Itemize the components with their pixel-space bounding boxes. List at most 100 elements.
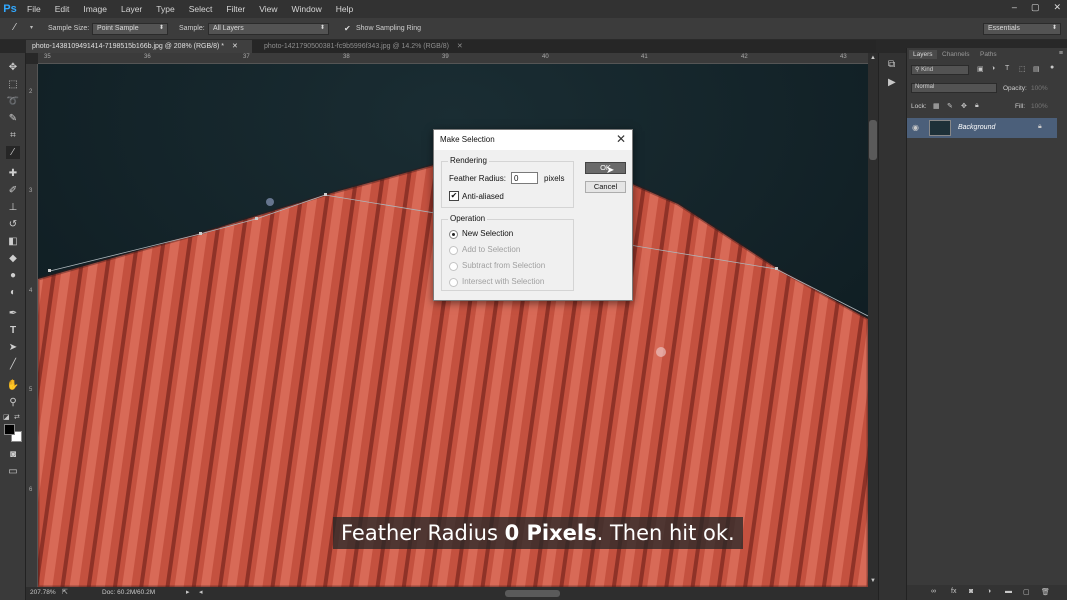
tool-preset-chevron-icon[interactable]: ▾ — [30, 24, 33, 31]
history-brush-icon[interactable]: ↺ — [6, 218, 20, 231]
swap-colors-icon[interactable]: ⇄ — [14, 413, 20, 421]
actions-play-icon[interactable]: ▶ — [888, 77, 896, 88]
sample-size-select[interactable]: Point Sample ⬍ — [92, 23, 168, 35]
foreground-color-swatch[interactable] — [4, 424, 15, 435]
lock-position-icon[interactable]: ✥ — [961, 102, 967, 110]
feather-radius-input[interactable]: 0 — [511, 172, 538, 184]
workspace-select[interactable]: Essentials ⬍ — [983, 23, 1061, 35]
minimize-button[interactable]: – — [1012, 2, 1017, 13]
layer-name[interactable]: Background — [958, 124, 995, 131]
line-tool-icon[interactable]: ╱ — [6, 358, 20, 371]
add-mask-icon[interactable]: ◙ — [969, 588, 973, 595]
horizontal-scroll-thumb[interactable] — [505, 590, 560, 597]
status-menu-arrow-icon[interactable]: ▸ — [186, 588, 190, 596]
filter-pixel-icon[interactable]: ▣ — [977, 65, 984, 73]
visibility-eye-icon[interactable]: ◉ — [912, 123, 919, 132]
filter-adjustment-icon[interactable]: ◑ — [991, 65, 995, 72]
filter-shape-icon[interactable]: ⬚ — [1019, 65, 1026, 73]
scroll-up-icon[interactable]: ▲ — [870, 55, 876, 61]
zoom-tool-icon[interactable]: ⚲ — [6, 396, 20, 409]
new-selection-radio[interactable] — [449, 230, 458, 239]
dodge-tool-icon[interactable]: ◐ — [6, 286, 20, 299]
layer-row-background[interactable]: ◉ Background 🔒︎ — [907, 118, 1057, 138]
menu-filter[interactable]: Filter — [219, 0, 252, 18]
opacity-value[interactable]: 100% — [1031, 85, 1048, 92]
zoom-level[interactable]: 207.78% — [30, 589, 56, 596]
doc-size: Doc: 60.2M/60.2M — [102, 589, 156, 596]
video-subtitle: Feather Radius 0 Pixels. Then hit ok. — [333, 517, 743, 549]
panel-menu-icon[interactable]: ≡ — [1059, 50, 1063, 57]
lasso-tool-icon[interactable]: ➰ — [6, 95, 20, 108]
lock-pixels-icon[interactable]: ✎ — [947, 102, 953, 110]
history-panel-icon[interactable]: ⧉ — [888, 59, 895, 70]
filter-type-icon[interactable]: T — [1005, 65, 1009, 72]
marquee-tool-icon[interactable]: ⬚ — [6, 78, 20, 91]
menu-image[interactable]: Image — [76, 0, 114, 18]
paint-bucket-icon[interactable]: ◆ — [6, 252, 20, 265]
healing-brush-icon[interactable]: ✚ — [6, 167, 20, 180]
show-sampling-ring-checkbox[interactable]: ✔ — [344, 24, 353, 33]
new-layer-icon[interactable]: ▢ — [1023, 588, 1030, 596]
tab-paths[interactable]: Paths — [976, 50, 1001, 59]
path-selection-icon[interactable]: ➤ — [6, 341, 20, 354]
pen-tool-icon[interactable]: ✒ — [6, 307, 20, 320]
type-tool-icon[interactable]: T — [6, 324, 20, 337]
subtract-from-selection-label: Subtract from Selection — [462, 261, 546, 270]
layer-style-icon[interactable]: fx — [951, 588, 956, 595]
quick-mask-icon[interactable]: ◙ — [6, 448, 20, 461]
brush-tool-icon[interactable]: ✐ — [6, 184, 20, 197]
document-tabs: photo-1438109491414-7198515b166b.jpg @ 2… — [26, 40, 876, 53]
anti-aliased-checkbox[interactable]: ✔ — [449, 191, 459, 201]
filter-smart-object-icon[interactable]: ▤ — [1033, 65, 1040, 73]
default-colors-icon[interactable]: ◪ — [3, 413, 10, 421]
scroll-down-icon[interactable]: ▼ — [870, 578, 876, 584]
eyedropper-tool-icon[interactable]: ⁄ — [6, 146, 20, 159]
close-button[interactable]: ✕ — [1053, 2, 1061, 13]
blur-tool-icon[interactable]: ● — [6, 269, 20, 282]
cancel-button[interactable]: Cancel — [585, 181, 626, 193]
menu-layer[interactable]: Layer — [114, 0, 149, 18]
eraser-tool-icon[interactable]: ◧ — [6, 235, 20, 248]
export-icon[interactable]: ⇱ — [62, 588, 68, 596]
trash-icon[interactable]: 🗑︎ — [1041, 588, 1050, 596]
eyedropper-icon[interactable]: ⁄ — [14, 22, 16, 33]
tab-layers[interactable]: Layers — [909, 50, 937, 59]
quick-selection-icon[interactable]: ✎ — [6, 112, 20, 125]
add-to-selection-radio[interactable] — [449, 246, 458, 255]
menu-type[interactable]: Type — [149, 0, 181, 18]
new-group-icon[interactable]: ▬ — [1005, 588, 1012, 595]
adjustment-layer-icon[interactable]: ◑ — [987, 588, 991, 595]
move-tool-icon[interactable]: ✥ — [6, 61, 20, 74]
menu-window[interactable]: Window — [284, 0, 328, 18]
scroll-left-icon[interactable]: ◂ — [199, 588, 203, 596]
fill-value[interactable]: 100% — [1031, 103, 1048, 110]
blend-mode-select[interactable]: Normal — [911, 83, 997, 93]
screen-mode-icon[interactable]: ▭ — [6, 465, 20, 478]
close-icon[interactable]: ✕ — [457, 43, 463, 50]
filter-toggle-icon[interactable]: ● — [1050, 64, 1054, 71]
menu-file[interactable]: File — [20, 0, 48, 18]
sample-select[interactable]: All Layers ⬍ — [208, 23, 329, 35]
menu-help[interactable]: Help — [329, 0, 360, 18]
lock-all-icon[interactable]: 🔒︎ — [975, 102, 979, 110]
ruler-tick-label: 41 — [641, 54, 648, 60]
tab-channels[interactable]: Channels — [938, 50, 973, 59]
link-layers-icon[interactable]: ∞ — [931, 588, 936, 595]
filter-kind-select[interactable]: ⚲ Kind — [911, 65, 969, 75]
menu-select[interactable]: Select — [182, 0, 220, 18]
close-icon[interactable]: ✕ — [616, 132, 626, 146]
clone-stamp-icon[interactable]: ⊥ — [6, 201, 20, 214]
tab-document-2[interactable]: photo-1421790500381-fc9b5996f343.jpg @ 1… — [258, 40, 478, 53]
options-bar: ⁄ ▾ Sample Size: Point Sample ⬍ Sample: A… — [0, 18, 1067, 40]
hand-tool-icon[interactable]: ✋ — [6, 379, 20, 392]
menu-edit[interactable]: Edit — [48, 0, 77, 18]
menu-view[interactable]: View — [252, 0, 284, 18]
maximize-button[interactable]: ▢ — [1031, 2, 1040, 13]
lock-transparent-icon[interactable]: ▦ — [933, 102, 940, 110]
subtract-from-selection-radio[interactable] — [449, 262, 458, 271]
close-icon[interactable]: ✕ — [232, 43, 238, 50]
vertical-scroll-thumb[interactable] — [869, 120, 877, 160]
tab-document-1[interactable]: photo-1438109491414-7198515b166b.jpg @ 2… — [26, 40, 252, 53]
crop-tool-icon[interactable]: ⌗ — [6, 129, 20, 142]
intersect-with-selection-radio[interactable] — [449, 278, 458, 287]
